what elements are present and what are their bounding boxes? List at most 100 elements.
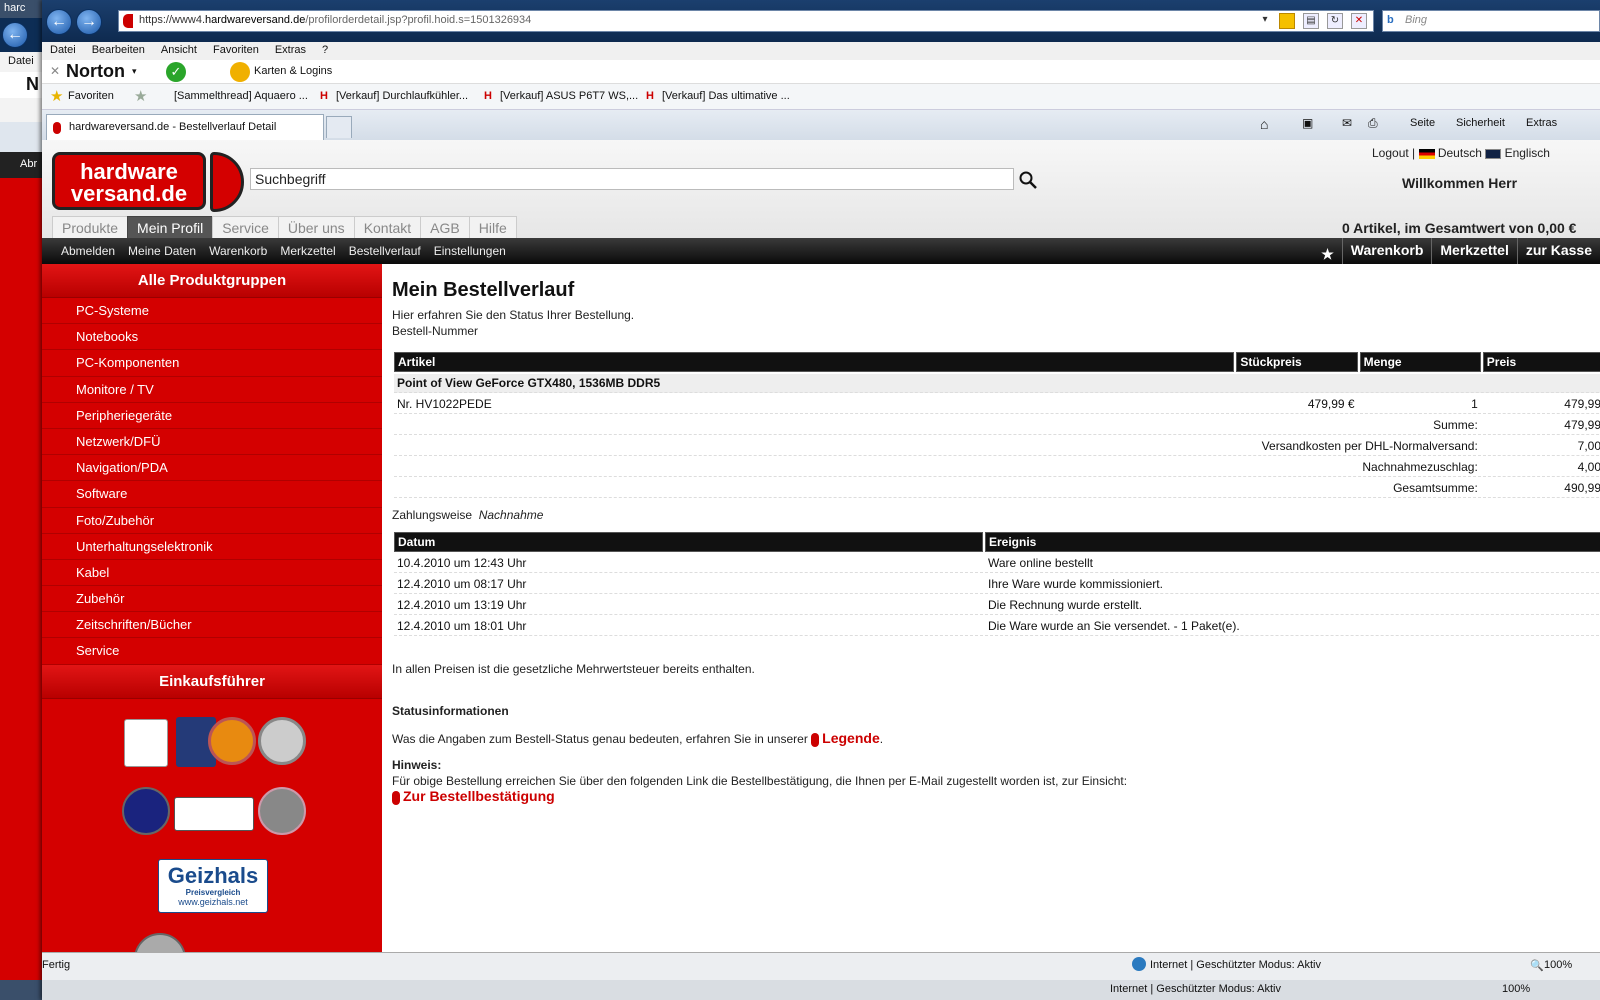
ehi-badge[interactable] [208,716,256,765]
sidebar-item[interactable]: Zubehör [42,586,382,613]
trusted-shops-badge[interactable] [258,716,306,765]
menu-ansicht[interactable]: Ansicht [153,42,205,56]
sidebar-item[interactable]: Service [42,638,382,665]
sidebar-item[interactable]: Foto/Zubehör [42,508,382,534]
karten-logins[interactable]: Karten & Logins [254,65,332,77]
tab-ueber-uns[interactable]: Über uns [277,216,355,238]
sidebar-item[interactable]: Peripheriegeräte [42,403,382,429]
site-search-input[interactable]: Suchbegriff [250,168,1014,190]
back-button[interactable]: ← [46,9,72,35]
preisvergleich-badge[interactable] [122,786,170,835]
status-bar-shadow: Internet | Geschützter Modus: Aktiv 100% [42,980,1600,1000]
favorite-link-3[interactable]: [Verkauf] ASUS P6T7 WS,... [500,90,638,102]
lang-de-link[interactable]: Deutsch [1438,146,1482,160]
favorite-link-4[interactable]: [Verkauf] Das ultimative ... [662,90,790,102]
close-icon[interactable]: ✕ [50,64,60,78]
intro-text: Hier erfahren Sie den Status Ihrer Beste… [392,308,635,322]
tab-hilfe[interactable]: Hilfe [468,216,517,238]
trust-badges: Geizhals Preisvergleich www.geizhals.net [42,699,382,952]
dropdown-icon[interactable]: ▾ [1257,13,1273,29]
fav-icon-h: H [320,90,328,102]
legend-link[interactable]: Legende [822,730,880,746]
check-icon[interactable]: ✓ [166,62,186,82]
cmd-sicherheit[interactable]: Sicherheit [1456,117,1505,129]
cmd-extras[interactable]: Extras [1526,117,1557,129]
merkzettel-button[interactable]: Merkzettel [1431,238,1516,264]
favorite-link-2[interactable]: [Verkauf] Durchlaufkühler... [336,90,468,102]
zoom-level[interactable]: 100% [1544,959,1572,971]
add-favorite-icon[interactable]: ★ [134,87,147,105]
warenkorb-button[interactable]: Warenkorb [1341,238,1432,264]
subnav-meine-daten[interactable]: Meine Daten [121,238,202,258]
cmd-seite[interactable]: Seite [1410,117,1435,129]
product-name[interactable]: Point of View GeForce GTX480, 1536MB DDR… [394,374,1600,393]
menu-bearbeiten[interactable]: Bearbeiten [84,42,153,56]
geizhals-title: Geizhals [167,862,259,888]
tab-service[interactable]: Service [212,216,279,238]
subnav-warenkorb[interactable]: Warenkorb [202,238,273,258]
logo-line-2: versand.de [70,181,188,206]
sidebar-item[interactable]: Unterhaltungselektronik [42,534,382,560]
status-text: Was die Angaben zum Bestell-Status genau… [392,732,808,746]
sidebar-item[interactable]: Navigation/PDA [42,455,382,482]
tab-agb[interactable]: AGB [420,216,470,238]
subnav-einstellungen[interactable]: Einstellungen [427,238,512,258]
site-logo[interactable]: hardware versand.de [52,152,206,210]
fav-icon-h: H [646,90,654,102]
favorites-button[interactable]: Favoriten [68,90,114,102]
mail-icon[interactable]: ✉ [1342,116,1352,130]
tab-kontakt[interactable]: Kontakt [353,216,422,238]
forward-button[interactable]: → [76,9,102,35]
history-date: 12.4.2010 um 18:01 Uhr [394,617,983,636]
sidebar-item[interactable]: Software [42,481,382,508]
tab-active[interactable]: hardwareversand.de - Bestellverlauf Deta… [46,114,324,140]
tab-produkte[interactable]: Produkte [52,216,129,238]
lock-icon[interactable] [1279,13,1295,29]
menu-extras[interactable]: Extras [267,42,314,56]
lang-en-link[interactable]: Englisch [1505,146,1550,160]
home-icon[interactable]: ⌂ [1260,116,1268,132]
search-box[interactable]: b Bing [1382,10,1600,32]
zur-kasse-button[interactable]: zur Kasse [1516,238,1600,264]
trusted-shops-badge[interactable] [134,932,186,952]
address-bar[interactable]: https://www4.hardwareversand.de/profilor… [118,10,1374,32]
menu-favoriten[interactable]: Favoriten [205,42,267,56]
back-icon[interactable]: ← [2,22,28,48]
url-path: /profilorderdetail.jsp?profil.hoid.s=150… [305,14,532,26]
sidebar-item[interactable]: PC-Systeme [42,298,382,325]
summary-row: Gesamtsumme: 490,99 [394,479,1600,498]
test-winner-badge[interactable] [124,718,168,767]
chevron-down-icon[interactable]: ▾ [132,66,137,77]
geizhals-badge[interactable]: Geizhals Preisvergleich www.geizhals.net [158,858,268,913]
sidebar-item[interactable]: Notebooks [42,324,382,351]
menu-help[interactable]: ? [314,42,336,56]
sidebar-item[interactable]: Monitore / TV [42,377,382,403]
sidebar-item[interactable]: Kabel [42,560,382,587]
search-icon[interactable] [1018,170,1038,190]
subnav-bestellverlauf[interactable]: Bestellverlauf [342,238,427,258]
subnav-abmelden[interactable]: Abmelden [54,238,121,258]
title-bar: ← → https://www4.hardwareversand.de/prof… [42,0,1600,42]
logout-link[interactable]: Logout | [1372,146,1415,160]
logo-line-1: hardware [80,159,178,184]
compat-icon[interactable]: ▤ [1303,13,1319,29]
payment-value: Nachnahme [478,508,544,522]
norton-logo[interactable]: Norton [66,61,125,82]
print-icon[interactable]: ⎙ [1368,116,1378,131]
stop-icon[interactable]: ✕ [1351,13,1367,29]
sidebar-item[interactable]: Zeitschriften/Bücher [42,612,382,639]
award-badge[interactable] [258,786,306,835]
oehlbach-badge[interactable] [174,796,254,831]
tab-mein-profil[interactable]: Mein Profil [127,216,214,238]
confirmation-link[interactable]: Zur Bestellbestätigung [403,788,555,804]
menu-datei[interactable]: Datei [42,42,84,56]
sidebar-item[interactable]: Netzwerk/DFÜ [42,429,382,456]
star-icon: ★ [1321,246,1334,262]
sidebar-item[interactable]: PC-Komponenten [42,350,382,377]
new-tab-button[interactable] [326,116,352,138]
refresh-icon[interactable]: ↻ [1327,13,1343,29]
subnav-merkzettel[interactable]: Merkzettel [273,238,341,258]
favorite-link-1[interactable]: [Sammelthread] Aquaero ... [174,90,308,102]
zoom-icon[interactable]: 🔍 [1530,959,1544,972]
feeds-icon[interactable]: ▣ [1302,116,1313,130]
